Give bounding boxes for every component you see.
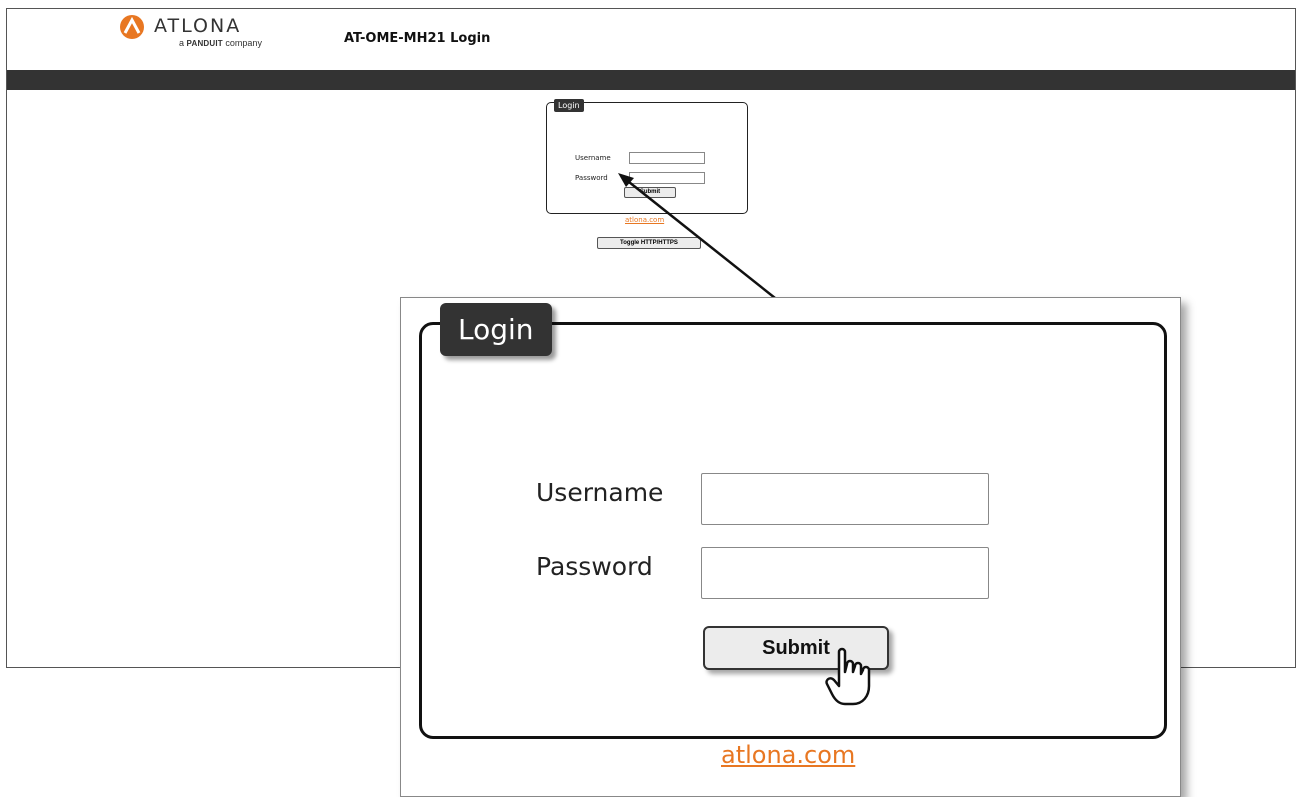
nav-bar <box>7 70 1295 90</box>
zoom-callout: Login Username Password Submit atlona.co… <box>400 297 1181 797</box>
zoom-password-input[interactable] <box>701 547 989 599</box>
brand-name: ATLONA <box>154 15 242 37</box>
page-title: AT-OME-MH21 Login <box>344 31 491 46</box>
tagline-brand: PANDUIT <box>186 39 223 48</box>
tagline-suffix: company <box>225 38 262 48</box>
login-legend: Login <box>554 99 584 112</box>
callout-arrow-icon <box>618 173 776 299</box>
zoom-username-label: Username <box>536 478 664 507</box>
zoom-login-legend: Login <box>440 303 552 356</box>
brand-tagline: a PANDUIT company <box>179 38 262 48</box>
atlona-logo-icon <box>120 15 144 39</box>
tagline-prefix: a <box>179 38 185 48</box>
zoom-atlona-link[interactable]: atlona.com <box>721 741 855 769</box>
header: ATLONA a PANDUIT company AT-OME-MH21 Log… <box>7 9 1295 69</box>
zoom-login-fieldset <box>419 322 1167 739</box>
zoom-password-label: Password <box>536 552 653 581</box>
hand-pointer-icon <box>825 647 871 706</box>
atlona-logo: ATLONA a PANDUIT company <box>117 12 297 52</box>
zoom-username-input[interactable] <box>701 473 989 525</box>
